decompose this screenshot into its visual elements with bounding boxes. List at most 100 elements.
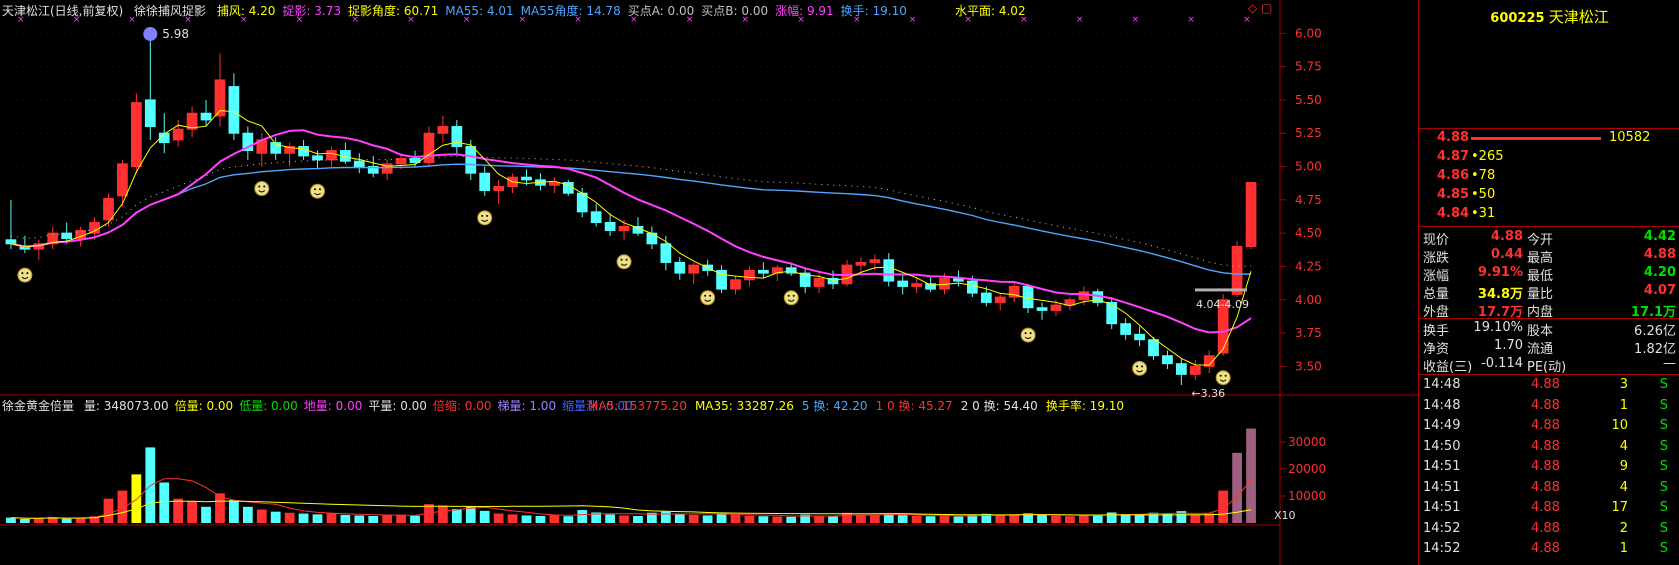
window-control-icons[interactable]: ◇ ▢ (1248, 1, 1272, 15)
volume-tick-label: 30000 (1288, 435, 1326, 449)
tick-row[interactable]: 14:52 4.88 2 S (1419, 521, 1679, 540)
volume-bar (1134, 514, 1145, 523)
tick-side: S (1659, 459, 1668, 474)
tick-row[interactable]: 14:48 4.88 1 S (1419, 398, 1679, 417)
candle-up (117, 163, 128, 197)
smiley-icon (310, 183, 325, 199)
tick-volume: 9 (1619, 459, 1628, 474)
candle-down (980, 292, 992, 303)
tick-price: 4.88 (1531, 479, 1560, 495)
volume-bar (674, 514, 685, 523)
tick-row[interactable]: 14:51 4.88 17 S (1419, 500, 1679, 519)
volume-bar (535, 515, 546, 523)
volume-bar (730, 514, 741, 523)
smiley-icon (1215, 370, 1231, 386)
smiley-eye (1224, 374, 1227, 377)
smiley-face (783, 290, 799, 306)
tick-price: 4.88 (1531, 418, 1560, 433)
bid-row: 4.85 •50 (1419, 187, 1679, 206)
smiley-face (17, 267, 33, 283)
price-tick-label: 5.00 (1295, 160, 1322, 174)
tick-row[interactable]: 14:49 4.88 10 S (1419, 418, 1679, 437)
smiley-eye (625, 258, 628, 261)
smiley-icon (783, 290, 799, 306)
divider (1419, 318, 1679, 319)
volume-bar (61, 518, 72, 523)
stat-label: 今开 (1527, 233, 1554, 248)
price-tick-label: 4.00 (1295, 293, 1322, 307)
legend-item: 买点A: 0.00 (627, 4, 695, 18)
volume-indicator-name[interactable]: 徐金黄金倍量 (2, 399, 74, 413)
candle-up (730, 279, 741, 290)
water-level-label: 水平面: 4.02 (955, 4, 1026, 18)
candle-down (144, 99, 156, 128)
smiley-eye (486, 214, 489, 217)
legend-item: 捕风: 4.20 (216, 4, 276, 18)
stat-label: 现价 (1423, 233, 1450, 248)
smiley-eye (1141, 365, 1144, 368)
bid-qty: •265 (1471, 149, 1504, 164)
smiley-eye (787, 294, 790, 297)
candle-down (298, 146, 309, 157)
candle-down (966, 280, 978, 294)
tick-row[interactable]: 14:50 4.88 4 S (1419, 439, 1679, 458)
volume-bar (758, 516, 769, 523)
volume-bar (939, 515, 950, 523)
order-top-row: 4.88 10582 (1419, 130, 1679, 149)
tick-side: S (1659, 479, 1668, 495)
volume-bar (1120, 514, 1131, 523)
tick-row[interactable]: 14:48 4.88 3 S (1419, 377, 1679, 396)
volume-bar (131, 474, 142, 523)
price-tick-label: 5.25 (1295, 126, 1322, 140)
volume-bar (702, 515, 713, 523)
volume-ma5-line (10, 478, 1252, 519)
volume-bar (298, 513, 309, 523)
tick-time: 14:51 (1423, 479, 1461, 495)
smiley-face (700, 290, 716, 306)
volume-bar (396, 514, 406, 523)
bid-row: 4.87 •265 (1419, 149, 1679, 168)
stat-label: 总量 (1423, 287, 1450, 302)
candle-down (1175, 363, 1187, 375)
candle-up (744, 269, 755, 281)
candle-down (646, 232, 658, 245)
volume-bar (493, 513, 504, 523)
volume-bar (1246, 428, 1256, 523)
tick-row[interactable]: 14:51 4.88 4 S (1419, 480, 1679, 499)
volume-ma-item: 1 0 换: 45.27 (875, 399, 953, 413)
chart-area[interactable]: 6.00 5.75 5.50 5.25 5.00 4.75 4.50 4.25 4.00 3.75… (0, 0, 1418, 565)
stat-value: 4.20 (1643, 265, 1676, 280)
kline-chart[interactable]: 6.00 5.75 5.50 5.25 5.00 4.75 4.50 4.25 4.00 3.75… (0, 0, 1418, 565)
high-label: 5.98 (162, 27, 189, 41)
tick-volume: 17 (1611, 500, 1628, 515)
volume-bar (270, 511, 281, 523)
candle-down (1120, 323, 1132, 335)
volume-bar (577, 510, 588, 523)
tick-row[interactable]: 14:52 4.88 1 S (1419, 541, 1679, 560)
volume-legend-item: 量: 348073.00 (83, 399, 169, 413)
volume-bar (410, 515, 420, 523)
volume-bar (242, 506, 253, 523)
bid-qty: •50 (1471, 187, 1496, 202)
volume-bar (6, 517, 16, 523)
stat-row: 现价 4.88 今开 4.42 (1419, 229, 1679, 248)
volume-bar (451, 508, 462, 523)
price-tick-label: 5.50 (1295, 93, 1322, 107)
volume-bar (103, 498, 114, 523)
smiley-eye (319, 188, 321, 191)
volume-bar (201, 506, 211, 523)
divider (1419, 226, 1679, 227)
indicator-name[interactable]: 徐徐捕风捉影 (134, 4, 206, 18)
stat-label: 净资 (1423, 342, 1450, 357)
volume-ma-item: 2 0 换: 54.40 (960, 399, 1038, 413)
volume-bar (925, 516, 936, 523)
price-tick-label: 3.50 (1295, 359, 1322, 373)
tick-row[interactable]: 14:51 4.88 9 S (1419, 459, 1679, 478)
volume-bar (1065, 516, 1075, 523)
volume-legend-item: 梯量: 1.00 (497, 399, 557, 413)
candle-down (200, 112, 212, 121)
volume-bar (479, 510, 490, 523)
stat-row: 涨幅 9.91% 最低 4.20 (1419, 265, 1679, 284)
smiley-eye (1029, 332, 1032, 335)
candle-down (660, 243, 672, 263)
